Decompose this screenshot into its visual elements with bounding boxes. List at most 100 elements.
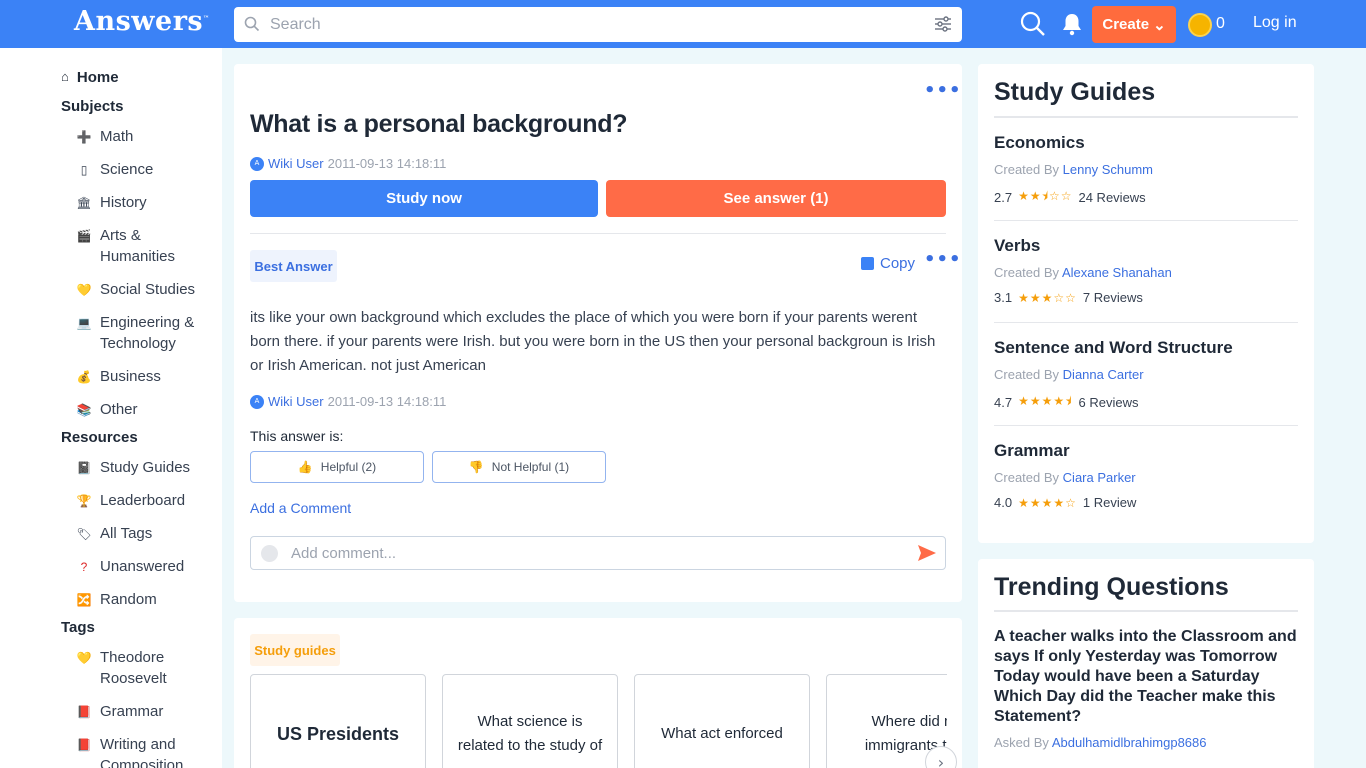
search-icon[interactable] [1020,11,1046,37]
trophy-icon: 🏆 [76,494,92,508]
question-card: ••• What is a personal background? A Wik… [234,64,962,602]
sidebar-item-unanswered[interactable]: ? Unanswered [76,556,206,578]
guide-author: Created By Alexane Shanahan [994,265,1172,280]
sidebar-item-math[interactable]: ➕ Math [76,126,206,148]
guide-rating: 4.7 ★★★★⯨ 6 Reviews [994,392,1138,413]
star-rating-icon: ★★⯨☆☆ [1018,189,1073,203]
sidebar-item-study-guides[interactable]: 📓 Study Guides [76,457,206,479]
sidebar-item-tag-grammar[interactable]: 📕 Grammar [76,701,206,723]
guide-rating: 4.0 ★★★★☆ 1 Review [994,495,1137,510]
bell-icon[interactable] [1061,12,1083,36]
panel-divider [994,116,1298,118]
guide-author: Created By Dianna Carter [994,367,1144,382]
sidebar-item-leaderboard[interactable]: 🏆 Leaderboard [76,490,206,512]
sidebar-item-engineering[interactable]: 💻 Engineering & Technology [76,312,206,354]
book-icon: 📕 [76,705,92,719]
answer-text: its like your own background which exclu… [250,309,936,374]
guide-author: Created By Ciara Parker [994,470,1136,485]
user-avatar: A [250,156,264,171]
resources-heading: Resources [61,429,138,446]
answer-author[interactable]: Wiki User [268,394,324,409]
guide-title[interactable]: Economics [994,133,1085,153]
guide-rating: 2.7 ★★⯨☆☆ 24 Reviews [994,187,1146,208]
study-guide-card[interactable]: What science is related to the study of [442,674,618,768]
panel-divider [994,610,1298,612]
subjects-heading: Subjects [61,98,124,115]
send-icon[interactable] [917,544,937,562]
trending-question-link[interactable]: A teacher walks into the Classroom and s… [994,627,1298,727]
more-options-icon[interactable]: ••• [924,80,962,101]
study-now-button[interactable]: Study now [250,180,598,217]
rating-prompt: This answer is: [250,428,344,444]
thumbs-down-icon: 👎 [468,460,484,474]
sidebar-item-tag-writing[interactable]: 📕 Writing and Composition [76,734,206,768]
study-guide-card[interactable]: What act enforced [634,674,810,768]
laptop-icon: 💻 [76,316,92,330]
math-icon: ➕ [76,130,92,144]
money-bag-icon: 💰 [76,370,92,384]
shuffle-icon: 🔀 [76,593,92,607]
not-helpful-button[interactable]: 👎 Not Helpful (1) [432,451,606,483]
panel-title: Study Guides [994,78,1156,106]
top-bar: Answers™ Create⌄ 0 Log in [0,0,1366,48]
copy-button[interactable]: Copy [861,255,915,272]
book-icon: 📕 [76,738,92,752]
filter-icon[interactable] [934,16,952,32]
sidebar: ⌂ Home Subjects ➕ Math ▯ Science 🏛 History 🎬… [0,48,222,768]
sidebar-item-all-tags[interactable]: 🏷 All Tags [76,523,206,545]
study-guides-carousel-card: Study guides US Presidents What science … [234,618,962,768]
home-icon: ⌂ [61,69,69,84]
sidebar-item-arts[interactable]: 🎬 Arts & Humanities [76,225,206,267]
study-guide-icon: 📓 [76,461,92,475]
comment-box [250,536,946,570]
chevron-down-icon: ⌄ [1153,16,1166,34]
divider [250,233,946,234]
sidebar-item-science[interactable]: ▯ Science [76,159,206,181]
guide-title[interactable]: Verbs [994,236,1040,256]
guide-author: Created By Lenny Schumm [994,162,1153,177]
sidebar-item-home[interactable]: ⌂ Home [61,69,119,86]
study-guides-panel: Study Guides Economics Created By Lenny … [978,64,1314,543]
best-answer-badge: Best Answer [250,250,337,282]
carousel-next-button[interactable]: › [925,746,957,768]
question-meta: A Wiki User 2011-09-13 14:18:11 [250,156,446,171]
guide-title[interactable]: Grammar [994,441,1070,461]
history-icon: 🏛 [76,196,92,210]
asked-by: Asked By Abdulhamidlbrahimgp8686 [994,735,1207,750]
guide-title[interactable]: Sentence and Word Structure [994,338,1233,358]
social-studies-icon: 💛 [76,283,92,297]
thumbs-up-icon: 👍 [297,460,313,474]
search-icon [244,16,260,32]
chevron-right-icon: › [937,752,945,768]
trending-questions-panel: Trending Questions A teacher walks into … [978,559,1314,768]
add-comment-link[interactable]: Add a Comment [250,500,351,516]
arts-icon: 🎬 [76,229,92,243]
helpful-button[interactable]: 👍 Helpful (2) [250,451,424,483]
answer-more-options-icon[interactable]: ••• [924,249,962,270]
tags-icon: 🏷 [76,527,92,541]
star-rating-icon: ★★★☆☆ [1018,290,1077,305]
sidebar-item-business[interactable]: 💰 Business [76,366,206,388]
sidebar-item-other[interactable]: 📚 Other [76,399,206,421]
divider [994,220,1298,221]
search-input[interactable] [270,7,910,42]
coin-icon [1188,13,1212,37]
question-icon: ? [80,560,88,574]
question-date: 2011-09-13 14:18:11 [327,156,447,171]
logo[interactable]: Answers™ [74,6,210,37]
divider [994,425,1298,426]
study-guide-card[interactable]: US Presidents [250,674,426,768]
login-link[interactable]: Log in [1253,14,1297,32]
star-rating-icon: ★★★★☆ [1018,495,1077,510]
question-author[interactable]: Wiki User [268,156,324,171]
sidebar-item-social-studies[interactable]: 💛 Social Studies [76,279,206,301]
star-rating-icon: ★★★★⯨ [1018,394,1073,408]
user-avatar: A [250,394,264,409]
comment-input[interactable] [291,537,891,569]
question-title: What is a personal background? [250,110,628,138]
see-answer-button[interactable]: See answer (1) [606,180,946,217]
sidebar-item-tag-roosevelt[interactable]: 💛 Theodore Roosevelt [76,647,206,689]
sidebar-item-history[interactable]: 🏛 History [76,192,206,214]
sidebar-item-random[interactable]: 🔀 Random [76,589,206,611]
create-button[interactable]: Create ⌄ [1092,6,1176,43]
